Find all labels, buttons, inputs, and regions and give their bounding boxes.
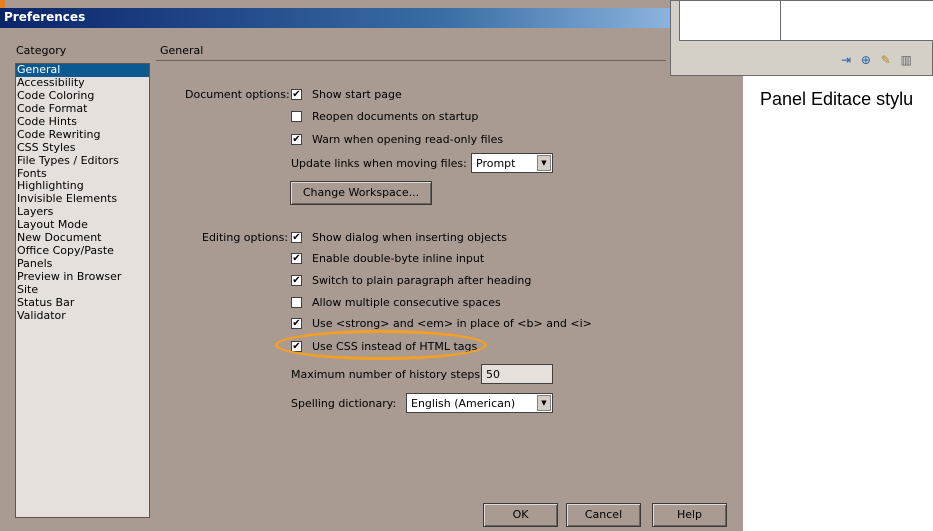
spelling-dictionary-value: English (American) xyxy=(411,397,516,410)
panel-divider xyxy=(780,1,781,41)
highlight-ellipse xyxy=(275,330,487,360)
history-steps-value: 50 xyxy=(486,368,500,381)
history-steps-input[interactable]: 50 xyxy=(481,364,553,384)
reopen-documents-label: Reopen documents on startup xyxy=(312,110,479,123)
window-edge-mark xyxy=(0,0,5,8)
category-item[interactable]: General xyxy=(16,64,149,77)
category-item[interactable]: File Types / Editors xyxy=(16,154,149,168)
category-item[interactable]: Accessibility xyxy=(16,76,149,90)
attach-stylesheet-icon[interactable]: ⇥ xyxy=(841,53,851,67)
show-start-page-label: Show start page xyxy=(312,88,402,101)
title-bar[interactable]: Preferences xyxy=(0,8,743,28)
history-steps-label: Maximum number of history steps: xyxy=(291,368,484,381)
panel-content xyxy=(679,1,933,41)
category-item[interactable]: Status Bar xyxy=(16,296,149,310)
section-header: General xyxy=(160,44,204,57)
ok-button[interactable]: OK xyxy=(483,503,558,527)
category-header: Category xyxy=(16,44,67,57)
category-list[interactable]: General Accessibility Code Coloring Code… xyxy=(15,63,150,518)
panel-caption: Panel Editace stylu xyxy=(760,89,914,109)
help-button[interactable]: Help xyxy=(652,503,727,527)
double-byte-checkbox[interactable]: ✔ xyxy=(291,253,302,264)
update-links-value: Prompt xyxy=(476,157,516,170)
category-item[interactable]: Code Hints xyxy=(16,115,149,129)
multiple-spaces-checkbox[interactable] xyxy=(291,297,302,308)
new-style-icon[interactable]: ⊕ xyxy=(861,53,871,67)
category-item[interactable]: Validator xyxy=(16,309,149,323)
update-links-dropdown[interactable]: Prompt ▼ xyxy=(471,153,553,173)
category-item[interactable]: Code Coloring xyxy=(16,89,149,103)
category-item[interactable]: Code Rewriting xyxy=(16,128,149,142)
category-item[interactable]: CSS Styles xyxy=(16,141,149,155)
dialog-title: Preferences xyxy=(4,10,86,24)
document-options-label: Document options: xyxy=(185,88,290,101)
editing-options-label: Editing options: xyxy=(202,231,289,244)
change-workspace-button[interactable]: Change Workspace... xyxy=(290,181,432,205)
preferences-dialog: Preferences Category General General Acc… xyxy=(0,0,743,531)
header-divider xyxy=(156,60,666,61)
show-dialog-checkbox[interactable]: ✔ xyxy=(291,232,302,243)
double-byte-label: Enable double-byte inline input xyxy=(312,252,485,265)
multiple-spaces-label: Allow multiple consecutive spaces xyxy=(312,296,501,309)
show-dialog-label: Show dialog when inserting objects xyxy=(312,231,507,244)
update-links-label: Update links when moving files: xyxy=(291,157,467,170)
chevron-down-icon[interactable]: ▼ xyxy=(537,155,551,171)
cancel-button[interactable]: Cancel xyxy=(566,503,641,527)
category-item[interactable]: Site xyxy=(16,283,149,297)
warn-readonly-checkbox[interactable]: ✔ xyxy=(291,134,302,145)
plain-paragraph-label: Switch to plain paragraph after heading xyxy=(312,274,532,287)
spelling-dictionary-label: Spelling dictionary: xyxy=(291,397,397,410)
chevron-down-icon[interactable]: ▼ xyxy=(537,395,551,411)
show-start-page-checkbox[interactable]: ✔ xyxy=(291,89,302,100)
edit-style-icon[interactable]: ✎ xyxy=(881,53,891,67)
category-item[interactable]: Code Format xyxy=(16,102,149,116)
use-strong-checkbox[interactable]: ✔ xyxy=(291,318,302,329)
reopen-documents-checkbox[interactable] xyxy=(291,111,302,122)
panel-toolbar: ⇥ ⊕ ✎ ▥ xyxy=(841,53,918,67)
plain-paragraph-checkbox[interactable]: ✔ xyxy=(291,275,302,286)
warn-readonly-label: Warn when opening read-only files xyxy=(312,133,504,146)
delete-style-icon[interactable]: ▥ xyxy=(901,53,912,67)
use-strong-label: Use <strong> and <em> in place of <b> an… xyxy=(312,317,592,330)
css-styles-panel: ⇥ ⊕ ✎ ▥ xyxy=(670,0,933,76)
category-item[interactable]: Preview in Browser xyxy=(16,270,149,284)
spelling-dictionary-dropdown[interactable]: English (American) ▼ xyxy=(406,393,553,413)
